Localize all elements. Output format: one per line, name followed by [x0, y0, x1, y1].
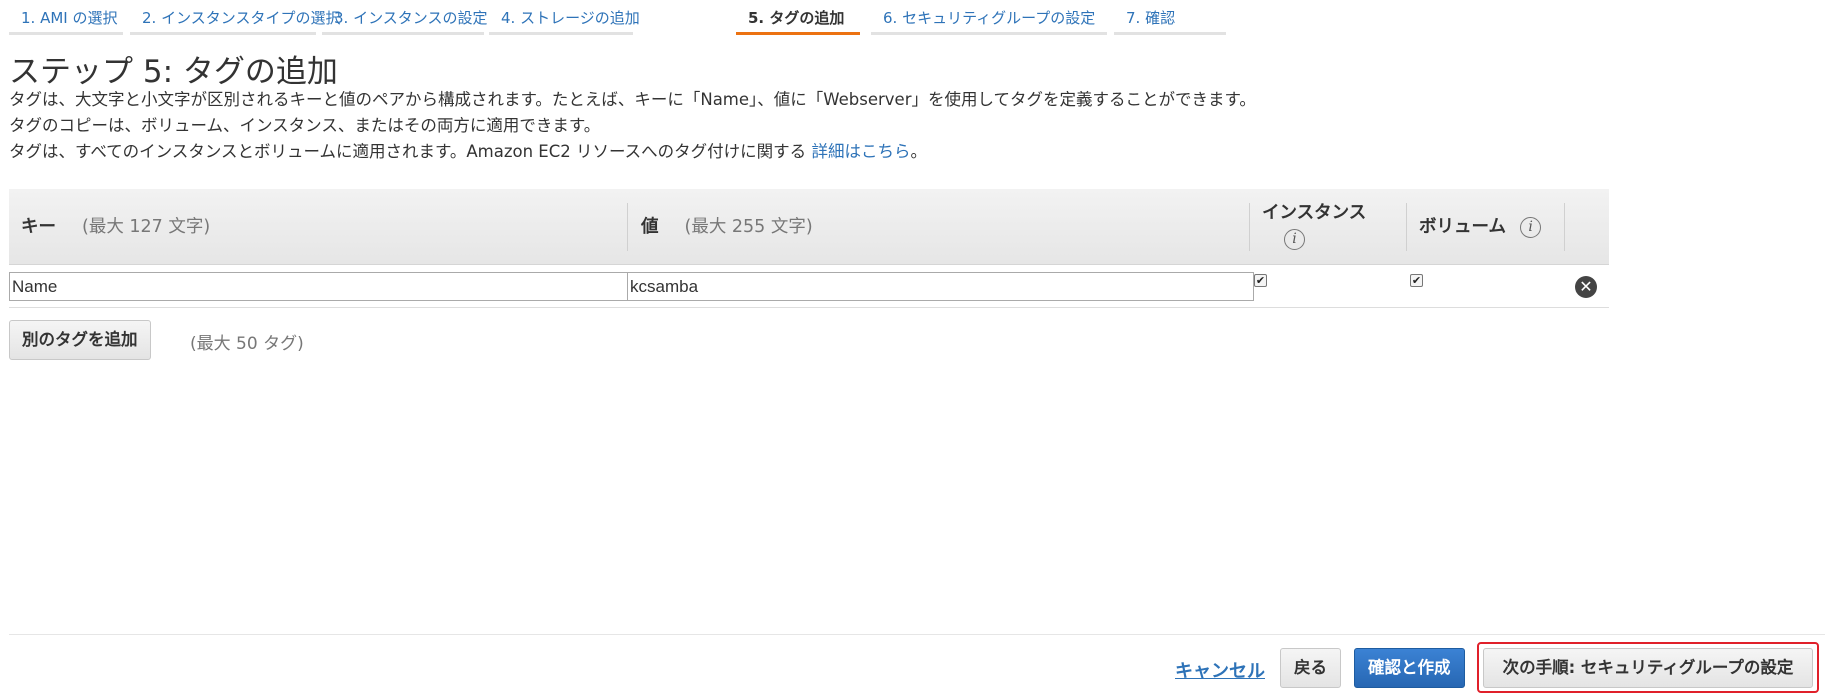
step-tab-instance-config[interactable]: 3. インスタンスの設定: [322, 0, 487, 35]
column-divider: [1564, 203, 1565, 251]
info-icon[interactable]: i: [1520, 216, 1542, 238]
info-icon[interactable]: i: [1284, 228, 1305, 250]
value-header-hint: (最大 255 文字): [684, 217, 813, 237]
volume-checkbox[interactable]: ✔: [1410, 274, 1423, 287]
tag-value-input[interactable]: [627, 272, 1254, 301]
key-header-label: キー: [21, 217, 56, 237]
value-column-header: 値 (最大 255 文字): [641, 189, 813, 265]
table-row: ✔ ✔ ✕: [9, 265, 1609, 308]
checkbox-checked-icon: ✔: [1255, 274, 1266, 287]
instance-header-label: インスタンス: [1262, 203, 1367, 223]
step-tab-security-group[interactable]: 6. セキュリティグループの設定: [871, 0, 1107, 35]
step-tab-ami[interactable]: 1. AMI の選択: [9, 0, 123, 35]
tag-table-header: キー (最大 127 文字) 値 (最大 255 文字) インスタンス i ボリュー…: [9, 189, 1609, 265]
learn-more-link[interactable]: 詳細はこちら: [811, 142, 910, 161]
max-tags-hint: (最大 50 タグ): [190, 334, 304, 354]
key-column-header: キー (最大 127 文字): [21, 189, 210, 265]
remove-tag-icon[interactable]: ✕: [1575, 276, 1597, 298]
value-header-label: 値: [641, 217, 659, 237]
description-line-3: タグは、すべてのインスタンスとボリュームに適用されます。Amazon EC2 リ…: [9, 138, 927, 162]
next-configure-security-group-button[interactable]: 次の手順: セキュリティグループの設定: [1483, 648, 1813, 688]
instance-column-header: インスタンス i: [1262, 201, 1366, 251]
key-header-hint: (最大 127 文字): [82, 217, 211, 237]
cancel-link[interactable]: キャンセル: [1175, 657, 1265, 683]
step-tab-tags[interactable]: 5. タグの追加: [736, 0, 860, 35]
review-and-launch-button[interactable]: 確認と作成: [1354, 648, 1465, 688]
column-divider: [1406, 203, 1407, 251]
description-period: 。: [910, 142, 927, 161]
checkbox-checked-icon: ✔: [1411, 274, 1422, 287]
column-divider: [627, 203, 628, 251]
volume-column-header: ボリューム i: [1419, 189, 1542, 265]
footer-divider: [9, 634, 1825, 635]
volume-header-label: ボリューム: [1419, 217, 1506, 237]
description-line-3-text: タグは、すべてのインスタンスとボリュームに適用されます。Amazon EC2 リ…: [9, 142, 807, 161]
step-tab-instance-type[interactable]: 2. インスタンスタイプの選択: [130, 0, 340, 35]
tag-table: キー (最大 127 文字) 値 (最大 255 文字) インスタンス i ボリュー…: [9, 189, 1609, 308]
description-line-1: タグは、大文字と小文字が区別されるキーと値のペアから構成されます。たとえば、キー…: [9, 90, 1256, 109]
description-line-2: タグのコピーは、ボリューム、インスタンス、またはその両方に適用できます。: [9, 116, 601, 135]
step-tab-review[interactable]: 7. 確認: [1114, 0, 1226, 35]
column-divider: [1249, 203, 1250, 251]
step-tab-storage[interactable]: 4. ストレージの追加: [489, 0, 640, 35]
page-title: ステップ 5: タグの追加: [9, 54, 338, 90]
tag-key-input[interactable]: [9, 272, 628, 301]
instance-checkbox[interactable]: ✔: [1254, 274, 1267, 287]
back-button[interactable]: 戻る: [1280, 648, 1341, 688]
add-tag-button[interactable]: 別のタグを追加: [9, 320, 151, 360]
